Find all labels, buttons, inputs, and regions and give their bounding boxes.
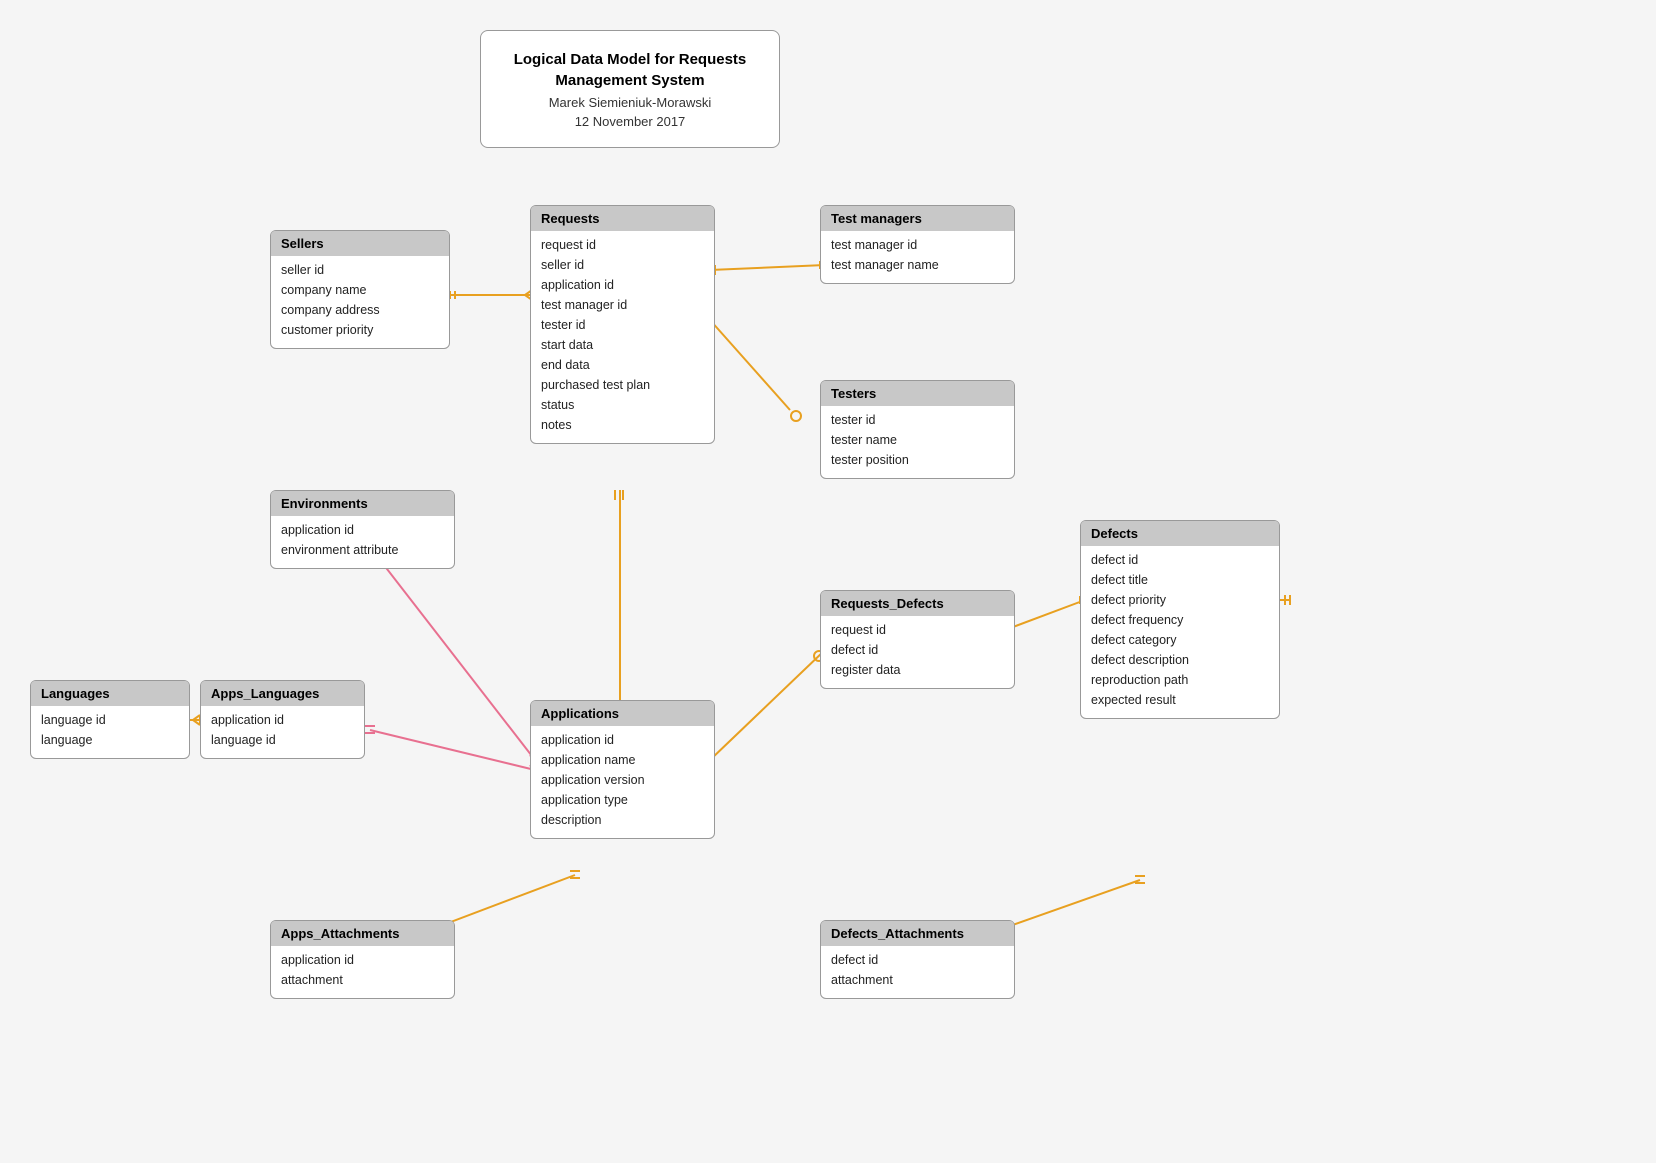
attr-al-language-id: language id [211,730,354,750]
attr-tester-position: tester position [831,450,1004,470]
attr-env-environment-attribute: environment attribute [281,540,444,560]
entity-defects: Defects defect id defect title defect pr… [1080,520,1280,719]
entity-environments: Environments application id environment … [270,490,455,569]
entity-requests-defects-header: Requests_Defects [821,591,1014,616]
attr-req-start-data: start data [541,335,704,355]
attr-rd-request-id: request id [831,620,1004,640]
attr-da-attachment: attachment [831,970,1004,990]
entity-requests-header: Requests [531,206,714,231]
attr-company-address: company address [281,300,439,320]
attr-req-end-data: end data [541,355,704,375]
entity-apps-languages-header: Apps_Languages [201,681,364,706]
entity-test-managers: Test managers test manager id test manag… [820,205,1015,284]
attr-defect-category: defect category [1091,630,1269,650]
attr-defect-expected-result: expected result [1091,690,1269,710]
title-author: Marek Siemieniuk-Morawski [511,95,749,110]
attr-req-test-manager-id: test manager id [541,295,704,315]
entity-sellers-header: Sellers [271,231,449,256]
entity-testers-header: Testers [821,381,1014,406]
attr-customer-priority: customer priority [281,320,439,340]
entity-apps-languages: Apps_Languages application id language i… [200,680,365,759]
attr-request-id: request id [541,235,704,255]
title-date: 12 November 2017 [511,114,749,129]
attr-req-tester-id: tester id [541,315,704,335]
entity-defects-attachments-header: Defects_Attachments [821,921,1014,946]
attr-app-application-id: application id [541,730,704,750]
diagram-container: Logical Data Model for Requests Manageme… [0,0,1656,1163]
entity-applications: Applications application id application … [530,700,715,839]
attr-defect-description: defect description [1091,650,1269,670]
entity-defects-attachments: Defects_Attachments defect id attachment [820,920,1015,999]
attr-aa-attachment: attachment [281,970,444,990]
attr-req-application-id: application id [541,275,704,295]
entity-applications-header: Applications [531,701,714,726]
attr-tm-id: test manager id [831,235,1004,255]
attr-tm-name: test manager name [831,255,1004,275]
entity-apps-attachments: Apps_Attachments application id attachme… [270,920,455,999]
attr-req-status: status [541,395,704,415]
attr-req-seller-id: seller id [541,255,704,275]
title-line1: Logical Data Model for Requests [511,49,749,70]
entity-requests-defects: Requests_Defects request id defect id re… [820,590,1015,689]
attr-defect-title: defect title [1091,570,1269,590]
attr-req-purchased-test-plan: purchased test plan [541,375,704,395]
attr-defect-priority: defect priority [1091,590,1269,610]
entity-defects-header: Defects [1081,521,1279,546]
attr-lang-language: language [41,730,179,750]
attr-da-defect-id: defect id [831,950,1004,970]
title-box: Logical Data Model for Requests Manageme… [480,30,780,148]
attr-aa-application-id: application id [281,950,444,970]
entity-sellers: Sellers seller id company name company a… [270,230,450,349]
attr-defect-id: defect id [1091,550,1269,570]
attr-rd-register-data: register data [831,660,1004,680]
attr-defect-reproduction-path: reproduction path [1091,670,1269,690]
attr-tester-name: tester name [831,430,1004,450]
attr-app-application-name: application name [541,750,704,770]
attr-app-application-version: application version [541,770,704,790]
entity-languages: Languages language id language [30,680,190,759]
entity-languages-header: Languages [31,681,189,706]
entity-testers: Testers tester id tester name tester pos… [820,380,1015,479]
entity-apps-attachments-header: Apps_Attachments [271,921,454,946]
attr-seller-id: seller id [281,260,439,280]
attr-req-notes: notes [541,415,704,435]
attr-env-application-id: application id [281,520,444,540]
attr-al-application-id: application id [211,710,354,730]
attr-app-application-type: application type [541,790,704,810]
attr-rd-defect-id: defect id [831,640,1004,660]
attr-defect-frequency: defect frequency [1091,610,1269,630]
entity-environments-header: Environments [271,491,454,516]
attr-tester-id: tester id [831,410,1004,430]
entity-requests: Requests request id seller id applicatio… [530,205,715,444]
attr-company-name: company name [281,280,439,300]
title-line2: Management System [511,70,749,91]
entity-test-managers-header: Test managers [821,206,1014,231]
attr-lang-language-id: language id [41,710,179,730]
attr-app-description: description [541,810,704,830]
